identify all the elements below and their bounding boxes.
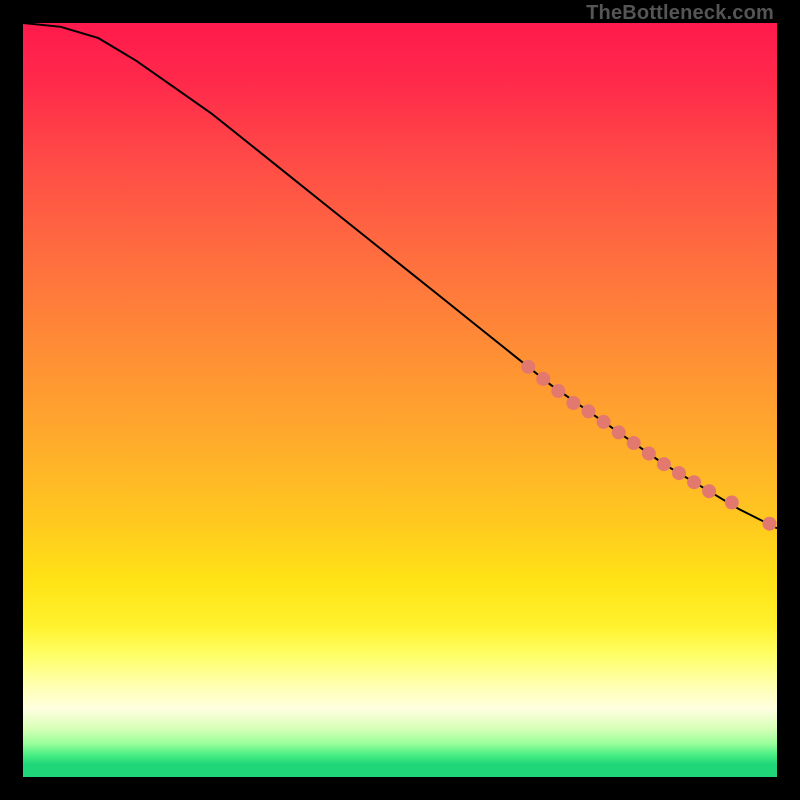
chart-stage: TheBottleneck.com xyxy=(0,0,800,800)
chart-plot-area xyxy=(23,23,777,777)
data-point xyxy=(551,384,565,398)
data-point xyxy=(672,466,686,480)
data-point xyxy=(657,457,671,471)
data-point xyxy=(642,447,656,461)
data-point xyxy=(763,517,777,531)
chart-curve xyxy=(23,23,777,528)
data-point xyxy=(627,436,641,450)
watermark-credit: TheBottleneck.com xyxy=(586,2,774,25)
data-point xyxy=(725,496,739,510)
data-point xyxy=(536,372,550,386)
data-point xyxy=(566,396,580,410)
data-point xyxy=(612,425,626,439)
chart-overlay xyxy=(23,23,777,777)
data-point xyxy=(521,360,535,374)
data-point xyxy=(687,475,701,489)
data-point xyxy=(582,404,596,418)
chart-points xyxy=(521,360,776,531)
data-point xyxy=(702,484,716,498)
data-point xyxy=(597,415,611,429)
